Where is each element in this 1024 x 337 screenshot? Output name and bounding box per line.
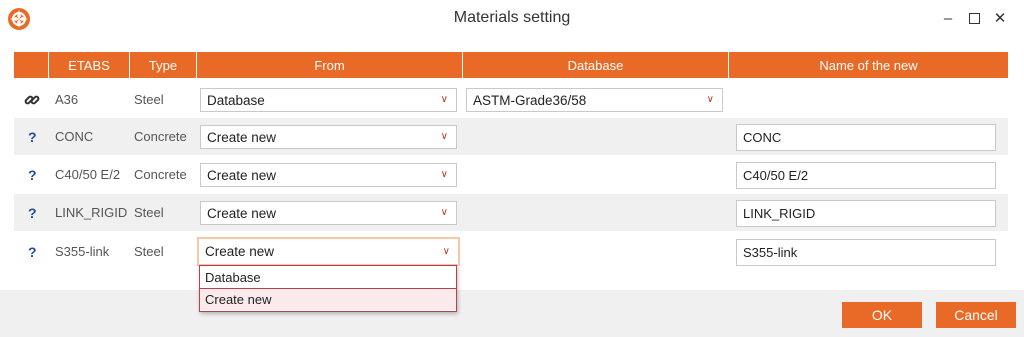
chevron-down-icon: ∨	[440, 207, 448, 218]
table-row: ? S355-link Steel Create new ∨ S355-link	[14, 233, 1008, 270]
database-select-value: ASTM-Grade36/58	[473, 92, 587, 108]
material-type: Steel	[134, 205, 164, 220]
etabs-name: C40/50 E/2	[55, 167, 121, 182]
maximize-icon	[968, 12, 980, 24]
from-select[interactable]: Create new ∨	[200, 163, 457, 187]
database-select[interactable]: ASTM-Grade36/58 ∨	[466, 88, 723, 112]
header-etabs: ETABS	[49, 52, 129, 78]
title-bar: Materials setting – ✕	[0, 0, 1024, 36]
cancel-button[interactable]: Cancel	[936, 302, 1016, 328]
from-select-value: Create new	[207, 205, 277, 221]
minimize-button[interactable]: –	[938, 8, 958, 28]
dropdown-option-database[interactable]: Database	[200, 266, 456, 288]
material-type: Steel	[134, 92, 164, 107]
header-database: Database	[463, 52, 728, 78]
from-select-value: Create new	[207, 129, 277, 145]
from-select-value: Create new	[205, 244, 275, 259]
maximize-button[interactable]	[964, 8, 984, 28]
chevron-down-icon: ∨	[706, 94, 714, 105]
etabs-name: CONC	[55, 129, 94, 144]
from-select[interactable]: Create new ∨	[200, 125, 457, 149]
table-row: ? LINK_RIGID Steel Create new ∨ LINK_RIG…	[14, 194, 1008, 231]
question-icon: ?	[28, 243, 37, 260]
ok-button[interactable]: OK	[842, 302, 922, 328]
table-row: ? CONC Concrete Create new ∨ CONC	[14, 118, 1008, 155]
from-select-open[interactable]: Create new ∨	[197, 237, 460, 266]
from-select-value: Database	[207, 92, 265, 108]
from-select[interactable]: Create new ∨	[200, 201, 457, 225]
etabs-name: S355-link	[55, 244, 110, 259]
from-dropdown-list: Database Create new	[199, 265, 457, 312]
close-button[interactable]: ✕	[990, 8, 1010, 28]
chevron-down-icon: ∨	[440, 94, 448, 105]
table-row: ? C40/50 E/2 Concrete Create new ∨ C40/5…	[14, 156, 1008, 193]
close-icon: ✕	[993, 10, 1007, 27]
header-icon-column	[14, 52, 48, 78]
new-name-input[interactable]: C40/50 E/2	[736, 162, 996, 189]
minimize-icon: –	[943, 9, 953, 27]
material-type: Concrete	[134, 167, 187, 182]
new-name-input[interactable]: S355-link	[736, 239, 996, 266]
etabs-name: LINK_RIGID	[55, 205, 128, 220]
from-select[interactable]: Database ∨	[200, 88, 457, 112]
header-type: Type	[130, 52, 196, 78]
question-icon: ?	[28, 166, 37, 183]
header-from: From	[197, 52, 462, 78]
question-icon: ?	[28, 204, 37, 221]
link-icon	[24, 81, 40, 118]
from-select-value: Create new	[207, 167, 277, 183]
chevron-down-icon: ∨	[440, 131, 448, 142]
etabs-name: A36	[55, 92, 79, 107]
question-icon: ?	[28, 128, 37, 145]
chevron-down-icon: ∨	[440, 169, 448, 180]
table-row: A36 Steel Database ∨ ASTM-Grade36/58 ∨	[14, 81, 1008, 118]
window-title: Materials setting	[453, 9, 571, 26]
new-name-input[interactable]: LINK_RIGID	[736, 200, 996, 227]
dropdown-option-create-new[interactable]: Create new	[200, 288, 456, 310]
header-name-of-new: Name of the new	[729, 52, 1008, 78]
material-type: Concrete	[134, 129, 187, 144]
chevron-down-icon: ∨	[442, 246, 450, 257]
material-type: Steel	[134, 244, 164, 259]
new-name-input[interactable]: CONC	[736, 124, 996, 151]
